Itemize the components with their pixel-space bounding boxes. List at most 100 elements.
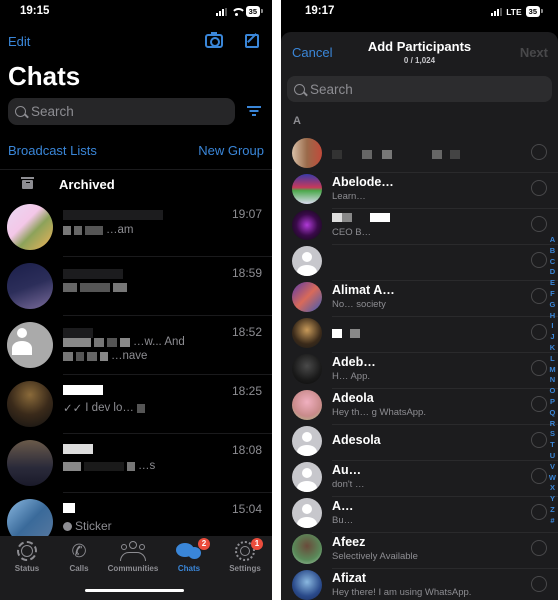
contact-status: Selectively Available (332, 551, 418, 562)
chat-row[interactable]: …w... And …nave 18:52 (0, 316, 272, 375)
avatar (292, 246, 322, 276)
index-letter[interactable]: C (550, 257, 555, 268)
select-radio[interactable] (531, 540, 547, 556)
chat-row[interactable]: …s 18:08 (0, 434, 272, 493)
index-letter[interactable]: T (550, 440, 555, 451)
chat-preview: Sticker (63, 519, 112, 533)
contact-status: don't … (332, 479, 365, 490)
avatar (292, 426, 322, 456)
select-radio[interactable] (531, 396, 547, 412)
contact-name-redacted (63, 503, 75, 513)
search-icon (294, 83, 305, 95)
index-letter[interactable]: Y (550, 494, 555, 505)
participant-count: 0 / 1,024 (403, 56, 436, 65)
contact-status (332, 150, 460, 162)
chat-preview: …w... And (63, 336, 185, 348)
select-radio[interactable] (531, 468, 547, 484)
index-letter[interactable]: R (550, 419, 555, 430)
filter-icon[interactable] (247, 106, 261, 116)
battery-icon: 35 (525, 6, 544, 17)
edit-button[interactable]: Edit (8, 34, 30, 49)
avatar (7, 322, 53, 368)
index-letter[interactable]: S (550, 429, 555, 440)
index-letter[interactable]: U (550, 451, 555, 462)
index-letter[interactable]: X (550, 483, 555, 494)
select-radio[interactable] (531, 432, 547, 448)
page-title: Chats (8, 61, 81, 91)
tab-status[interactable]: Status (0, 540, 54, 573)
contact-list: Abelode… Learn… CEO B… Alimat A… No… soc… (281, 136, 558, 600)
select-radio[interactable] (531, 144, 547, 160)
index-letter[interactable]: H (550, 311, 555, 322)
contact-name: Afeez (332, 535, 366, 549)
select-radio[interactable] (531, 324, 547, 340)
index-letter[interactable]: B (550, 246, 555, 257)
index-letter[interactable]: L (550, 354, 555, 365)
index-letter[interactable]: I (551, 321, 553, 332)
contact-row[interactable]: CEO B… (281, 208, 558, 245)
archived-row[interactable]: Archived (0, 170, 272, 198)
search-input[interactable]: Search (287, 76, 552, 102)
new-chat-icon[interactable] (245, 34, 259, 48)
tab-calls[interactable]: ✆ Calls (52, 540, 106, 573)
camera-icon[interactable] (205, 32, 223, 48)
avatar (7, 263, 53, 309)
status-bar: 19:17 LTE 35 (281, 0, 558, 26)
index-letter[interactable]: M (549, 365, 555, 376)
contact-row[interactable]: Afizat Hey there! I am using WhatsApp. (281, 568, 558, 600)
index-letter[interactable]: J (550, 332, 554, 343)
alphabet-index[interactable]: A B C D E F G H I J K L M N O P Q R S T U V W X Y Z # (549, 235, 556, 527)
chat-time: 15:04 (231, 502, 262, 516)
index-letter[interactable]: Q (550, 408, 556, 419)
contact-row[interactable] (281, 136, 558, 173)
contact-name-redacted (63, 385, 103, 395)
search-placeholder: Search (31, 103, 74, 119)
contact-name-redacted (332, 327, 360, 341)
contact-row[interactable] (281, 244, 558, 281)
index-letter[interactable]: Z (550, 505, 555, 516)
select-radio[interactable] (531, 360, 547, 376)
chat-row[interactable]: 18:59 (0, 257, 272, 316)
index-letter[interactable]: V (550, 462, 555, 473)
contact-row[interactable]: A… Bu… (281, 496, 558, 533)
index-letter[interactable]: K (550, 343, 555, 354)
avatar (292, 174, 322, 204)
contact-row[interactable]: Adeb… H… App. (281, 352, 558, 389)
index-letter[interactable]: D (550, 267, 555, 278)
new-group-link[interactable]: New Group (198, 143, 264, 158)
select-radio[interactable] (531, 180, 547, 196)
index-letter[interactable]: E (550, 278, 555, 289)
contact-row[interactable]: Adeola Hey th… g WhatsApp. (281, 388, 558, 425)
broadcast-lists-link[interactable]: Broadcast Lists (8, 143, 97, 158)
contact-row[interactable] (281, 316, 558, 353)
chat-row[interactable]: ✓✓ I dev lo… 18:25 (0, 375, 272, 434)
contact-row[interactable]: Abelode… Learn… (281, 172, 558, 209)
index-letter[interactable]: F (550, 289, 555, 300)
index-letter[interactable]: W (549, 473, 556, 484)
chat-row[interactable]: …am 19:07 (0, 198, 272, 257)
contact-name: Adesola (332, 433, 381, 447)
select-radio[interactable] (531, 216, 547, 232)
select-radio[interactable] (531, 252, 547, 268)
index-letter[interactable]: # (550, 516, 554, 527)
index-letter[interactable]: P (550, 397, 555, 408)
archive-icon (21, 176, 34, 189)
contact-row[interactable]: Adesola (281, 424, 558, 461)
index-letter[interactable]: G (550, 300, 556, 311)
contact-row[interactable]: Au… don't … (281, 460, 558, 497)
index-letter[interactable]: A (550, 235, 555, 246)
select-radio[interactable] (531, 504, 547, 520)
contact-row[interactable]: Afeez Selectively Available (281, 532, 558, 569)
index-letter[interactable]: O (550, 386, 556, 397)
tab-settings[interactable]: 1 Settings (218, 538, 272, 573)
contact-row[interactable]: Alimat A… No… society (281, 280, 558, 317)
tab-chats[interactable]: 2 Chats (162, 538, 216, 573)
index-letter[interactable]: N (550, 375, 555, 386)
next-button[interactable]: Next (520, 45, 548, 60)
tab-communities[interactable]: Communities (106, 540, 160, 573)
select-radio[interactable] (531, 576, 547, 592)
contact-name: Adeb… (332, 355, 376, 369)
select-radio[interactable] (531, 288, 547, 304)
home-indicator (85, 589, 184, 592)
search-input[interactable]: Search (8, 97, 235, 125)
